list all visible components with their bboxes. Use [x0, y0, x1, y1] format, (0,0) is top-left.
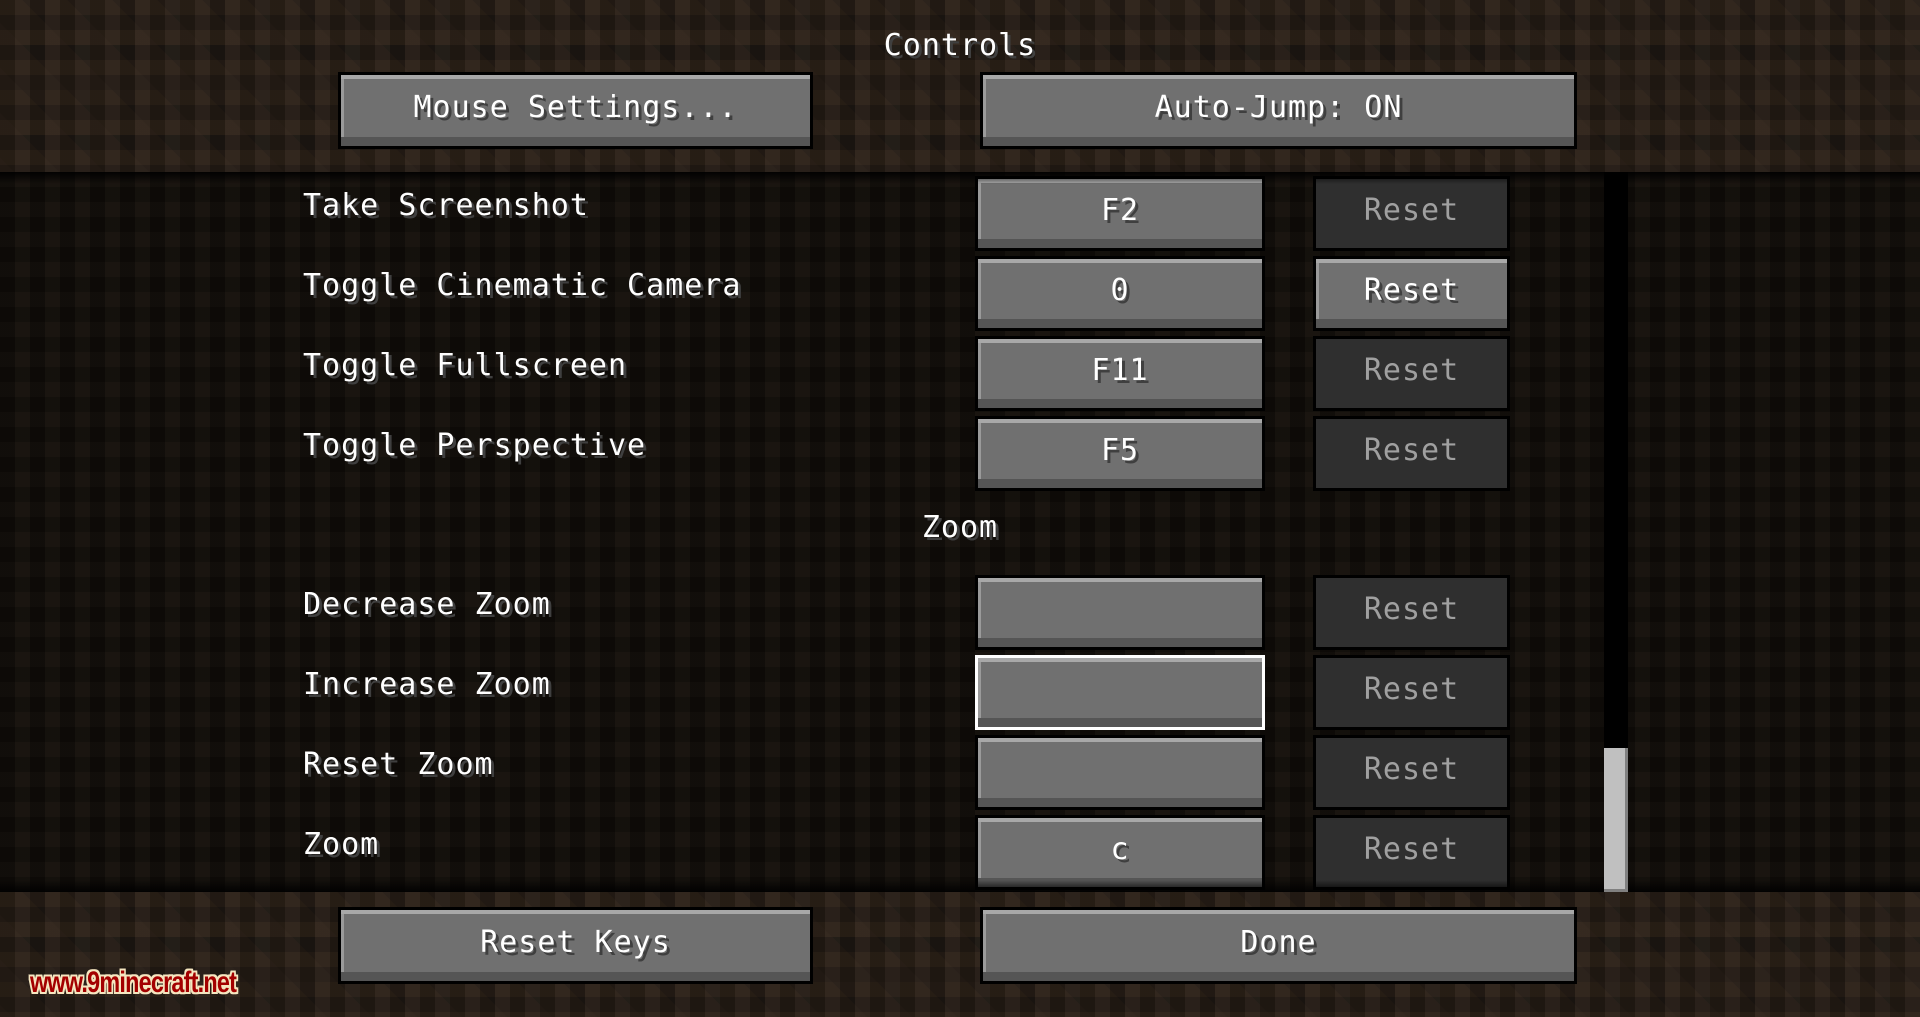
keybind-key-button-selected[interactable] [975, 655, 1265, 730]
section-header-zoom: Zoom [921, 510, 999, 545]
keybind-list[interactable]: Take Screenshot F2 Reset Toggle Cinemati… [0, 172, 1920, 892]
done-label: Done [1240, 925, 1317, 960]
keybind-label: Toggle Perspective [303, 428, 647, 463]
keybind-label: Take Screenshot [303, 188, 589, 223]
keybind-reset-button[interactable]: Reset [1313, 176, 1510, 251]
reset-label: Reset [1363, 433, 1460, 468]
keybind-key-button[interactable]: 0 [975, 256, 1265, 331]
reset-label: Reset [1363, 353, 1460, 388]
keybind-key-value: F2 [1100, 193, 1140, 228]
screen-title: Controls [883, 28, 1037, 63]
header-background [0, 0, 1920, 172]
keybind-reset-button[interactable]: Reset [1313, 256, 1510, 331]
reset-label: Reset [1363, 193, 1460, 228]
keybind-row: Take Screenshot F2 Reset [0, 176, 1920, 256]
keybind-key-value: F5 [1100, 433, 1140, 468]
reset-label: Reset [1363, 592, 1460, 627]
mouse-settings-label: Mouse Settings... [413, 90, 738, 125]
keybind-row: Toggle Fullscreen F11 Reset [0, 336, 1920, 416]
keybind-row: Toggle Perspective F5 Reset [0, 416, 1920, 496]
auto-jump-toggle-button[interactable]: Auto-Jump: ON [980, 72, 1577, 149]
scrollbar-thumb[interactable] [1604, 748, 1628, 892]
keybind-label: Zoom [303, 827, 380, 862]
reset-keys-label: Reset Keys [480, 925, 671, 960]
keybind-key-button[interactable] [975, 735, 1265, 810]
keybind-key-button[interactable] [975, 575, 1265, 650]
reset-label: Reset [1363, 273, 1460, 308]
keybind-reset-button[interactable]: Reset [1313, 655, 1510, 730]
keybind-key-value: c [1110, 832, 1130, 867]
reset-label: Reset [1363, 672, 1460, 707]
keybind-label: Reset Zoom [303, 747, 494, 782]
keybind-key-value: F11 [1091, 353, 1149, 388]
keybind-label: Toggle Cinematic Camera [303, 268, 742, 303]
auto-jump-label: Auto-Jump: ON [1154, 90, 1403, 125]
keybind-row: Increase Zoom Reset [0, 655, 1920, 735]
keybind-row: Toggle Cinematic Camera 0 Reset [0, 256, 1920, 336]
keybind-key-button[interactable]: F5 [975, 416, 1265, 491]
keybind-key-value: 0 [1110, 273, 1130, 308]
list-top-shadow [0, 172, 1920, 184]
reset-label: Reset [1363, 832, 1460, 867]
keybind-label: Increase Zoom [303, 667, 551, 702]
list-bottom-shadow [0, 880, 1920, 892]
keybind-key-button[interactable]: F2 [975, 176, 1265, 251]
keybind-key-button[interactable]: c [975, 815, 1265, 890]
done-button[interactable]: Done [980, 907, 1577, 984]
footer-background [0, 892, 1920, 1017]
mouse-settings-button[interactable]: Mouse Settings... [338, 72, 813, 149]
keybind-reset-button[interactable]: Reset [1313, 735, 1510, 810]
watermark-logo: www.9minecraft.net [30, 966, 237, 999]
keybind-row: Decrease Zoom Reset [0, 575, 1920, 655]
keybind-label: Decrease Zoom [303, 587, 551, 622]
keybind-reset-button[interactable]: Reset [1313, 575, 1510, 650]
keybind-reset-button[interactable]: Reset [1313, 416, 1510, 491]
keybind-row: Reset Zoom Reset [0, 735, 1920, 815]
keybind-key-button[interactable]: F11 [975, 336, 1265, 411]
keybind-label: Toggle Fullscreen [303, 348, 628, 383]
keybind-reset-button[interactable]: Reset [1313, 815, 1510, 890]
reset-keys-button[interactable]: Reset Keys [338, 907, 813, 984]
reset-label: Reset [1363, 752, 1460, 787]
keybind-reset-button[interactable]: Reset [1313, 336, 1510, 411]
